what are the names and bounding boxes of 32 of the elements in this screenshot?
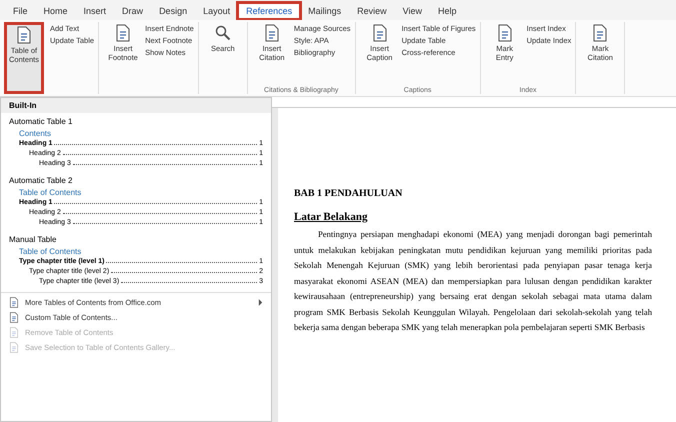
toc-title: Table of Contents xyxy=(19,188,82,197)
ribbon-tab[interactable]: Review xyxy=(350,4,394,18)
body-paragraph: Pentingnya persiapan menghadapi ekonomi (MEA) yang menjadi dorongan bagi pemerintah untuk melakukan kebijakan peningkatan mutu pendidikan kejuruan yang memiliki prioritas pada Sekolah Menengah Kejuruan (SMK) yang lebih berorientasi pada penyiapan pasar tenaga kerja masyarakat ekonomi ASEAN (MEA) dan mempersiapkan para lulusan dengan pendidikan karakter kewirausahaan (entrepreneurship) yang bersaing erat dengan sekolah sebagai mata utama dalam program SMK Berbasis Sekolah Keunggulan Wilayah. Pengelolaan dari sekolah-sekolah yang telah bekerja sama dengan beberapa SMK yang telah menerapkan pola pembelajaran seperti SMK Berbasis xyxy=(294,228,652,334)
ribbon-tab[interactable]: Home xyxy=(36,4,75,18)
gallery-item-name: Automatic Table 1 xyxy=(8,116,74,127)
gallery-item-name: Manual Table xyxy=(8,234,58,245)
document-icon xyxy=(264,24,280,42)
document-icon xyxy=(496,24,513,42)
gallery-item-name: Automatic Table 2 xyxy=(8,175,74,186)
search-icon xyxy=(214,24,231,42)
document-icon xyxy=(9,312,19,323)
toc-title: Contents xyxy=(19,129,52,138)
ribbon-tab[interactable]: View xyxy=(396,4,430,18)
ribbon-tab[interactable]: Insert xyxy=(76,4,114,18)
ribbon-tab[interactable]: References xyxy=(239,4,300,18)
ribbon-tab[interactable]: Help xyxy=(431,4,464,18)
document-icon xyxy=(372,24,388,42)
document-icon xyxy=(9,297,19,308)
toc-title: Table of Contents xyxy=(19,247,82,256)
document-icon xyxy=(592,24,608,42)
document-icon xyxy=(9,327,19,338)
chapter-title: BAB 1 PENDAHULUAN xyxy=(294,188,404,199)
ribbon-tab[interactable]: File xyxy=(6,4,35,18)
ribbon-tab[interactable]: Design xyxy=(152,4,194,18)
document-icon xyxy=(16,26,32,44)
ribbon-tab[interactable]: Mailings xyxy=(301,4,348,18)
document-icon xyxy=(115,24,132,42)
menu-header: Built-In xyxy=(1,98,271,113)
section-heading: Latar Belakang xyxy=(294,211,368,223)
ribbon-tab[interactable]: Layout xyxy=(196,4,238,18)
document-icon xyxy=(9,342,19,353)
ribbon-tab[interactable]: Draw xyxy=(115,4,150,18)
